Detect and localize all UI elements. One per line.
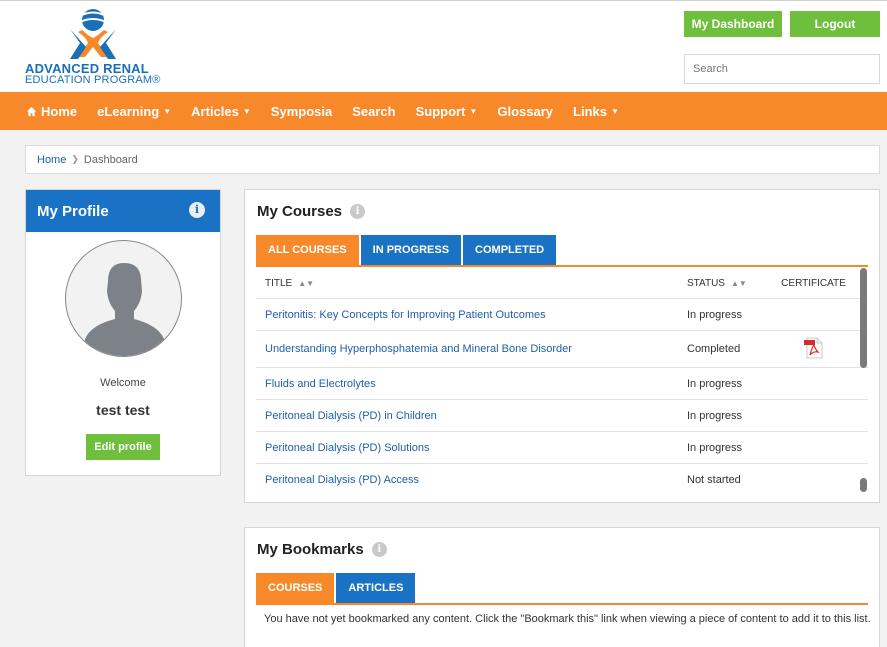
info-icon[interactable]: i [350, 204, 366, 219]
courses-title: My Courses [257, 203, 343, 220]
course-status: In progress [687, 308, 743, 321]
column-label: TITLE [265, 277, 293, 289]
my-dashboard-button[interactable]: My Dashboard [684, 11, 782, 37]
site-header: ADVANCED RENAL EDUCATION PROGRAM® My Das… [0, 0, 887, 92]
welcome-text: Welcome [100, 377, 146, 389]
avatar [65, 240, 182, 357]
nav-label: Support [415, 103, 466, 119]
sort-icon: ▲▼ [298, 278, 315, 288]
course-status: In progress [687, 377, 743, 390]
breadcrumb: Home ❯ Dashboard [25, 145, 880, 174]
nav-label: Links [573, 103, 607, 119]
course-link[interactable]: Peritoneal Dialysis (PD) in Children [265, 410, 437, 422]
course-status: Not started [687, 474, 741, 486]
caret-down-icon: ▼ [610, 106, 619, 116]
course-link[interactable]: Fluids and Electrolytes [265, 378, 376, 390]
info-icon[interactable]: i [371, 542, 387, 557]
search-input[interactable] [684, 54, 880, 84]
nav-label: Home [41, 103, 78, 119]
nav-label: Search [352, 103, 396, 119]
course-link[interactable]: Peritoneal Dialysis (PD) Solutions [265, 442, 429, 454]
nav-item-home[interactable]: Home [0, 92, 87, 130]
course-link[interactable]: Peritoneal Dialysis (PD) Access [265, 474, 419, 486]
nav-label: Articles [191, 103, 239, 119]
profile-card: My Profile i Welcome test test Edit prof… [25, 189, 221, 476]
tab-in-progress[interactable]: IN PROGRESS [360, 235, 462, 265]
sort-icon: ▲▼ [730, 278, 747, 288]
table-row: Fluids and Electrolytes In progress [256, 368, 868, 400]
scrollbar-thumb[interactable] [860, 268, 867, 368]
breadcrumb-home-link[interactable]: Home [37, 154, 66, 166]
table-row: Peritoneal Dialysis (PD) in Children In … [256, 400, 868, 432]
bookmarks-tabs: COURSES ARTICLES [256, 573, 868, 605]
table-row: Peritoneal Dialysis (PD) Solutions In pr… [256, 432, 868, 464]
site-logo[interactable]: ADVANCED RENAL EDUCATION PROGRAM® [22, 7, 172, 89]
nav-item-support[interactable]: Support ▼ [406, 92, 488, 130]
breadcrumb-current: Dashboard [83, 153, 138, 166]
table-row: Peritonitis: Key Concepts for Improving … [256, 299, 868, 331]
bookmarks-title-row: My Bookmarks i [257, 541, 387, 558]
courses-title-row: My Courses i [257, 203, 366, 220]
nav-label: Glossary [497, 103, 553, 119]
nav-item-elearning[interactable]: eLearning ▼ [87, 92, 181, 130]
chevron-right-icon: ❯ [71, 154, 79, 164]
column-header-certificate: CERTIFICATE [781, 277, 846, 289]
course-link[interactable]: Peritonitis: Key Concepts for Improving … [265, 309, 546, 321]
tab-completed[interactable]: COMPLETED [463, 235, 557, 265]
table-row: Understanding Hyperphosphatemia and Mine… [256, 331, 868, 368]
table-header-row: TITLE ▲▼ STATUS ▲▼ CERTIFICATE [256, 268, 868, 299]
caret-down-icon: ▼ [469, 106, 478, 116]
table-scrollbar[interactable] [860, 268, 867, 492]
profile-title: My Profile [37, 202, 109, 220]
bookmarks-title: My Bookmarks [257, 541, 364, 558]
scrollbar-end [860, 478, 867, 492]
my-bookmarks-panel: My Bookmarks i COURSES ARTICLES You have… [244, 527, 880, 647]
user-silhouette-icon [85, 263, 164, 356]
nav-label: eLearning [97, 103, 160, 119]
course-link[interactable]: Understanding Hyperphosphatemia and Mine… [265, 343, 572, 355]
tab-all-courses[interactable]: ALL COURSES [256, 235, 359, 265]
logo-text-line2: EDUCATION PROGRAM® [25, 74, 161, 86]
column-header-status[interactable]: STATUS ▲▼ [678, 278, 766, 289]
nav-item-search[interactable]: Search [342, 92, 405, 130]
home-icon [26, 106, 37, 116]
column-label: STATUS [687, 277, 725, 289]
tab-bookmark-courses[interactable]: COURSES [256, 573, 335, 603]
course-status: In progress [687, 441, 743, 454]
my-courses-panel: My Courses i ALL COURSES IN PROGRESS COM… [244, 189, 880, 503]
course-status: Completed [687, 343, 741, 355]
main-nav: Home eLearning ▼ Articles ▼ Symposia Sea… [0, 92, 887, 130]
user-name: test test [96, 402, 150, 418]
nav-item-glossary[interactable]: Glossary [487, 92, 563, 130]
caret-down-icon: ▼ [163, 106, 172, 116]
nav-item-articles[interactable]: Articles ▼ [181, 92, 261, 130]
logo-figure-icon [70, 9, 116, 59]
info-icon[interactable]: i [189, 202, 205, 218]
profile-header: My Profile i [26, 190, 220, 232]
nav-label: Symposia [270, 103, 333, 119]
edit-profile-button[interactable]: Edit profile [86, 434, 160, 460]
nav-item-symposia[interactable]: Symposia [261, 92, 342, 130]
courses-tabs: ALL COURSES IN PROGRESS COMPLETED [256, 235, 868, 267]
bookmarks-empty-message: You have not yet bookmarked any content.… [264, 613, 871, 625]
pdf-certificate-icon[interactable] [803, 337, 825, 359]
nav-item-links[interactable]: Links ▼ [563, 92, 629, 130]
tab-bookmark-articles[interactable]: ARTICLES [336, 573, 416, 603]
course-status: In progress [687, 409, 743, 422]
logout-button[interactable]: Logout [790, 11, 880, 37]
courses-table: TITLE ▲▼ STATUS ▲▼ CERTIFICATE Peritonitis… [256, 268, 868, 494]
table-row: Peritoneal Dialysis (PD) Access Not star… [256, 464, 868, 494]
caret-down-icon: ▼ [242, 106, 251, 116]
column-header-title[interactable]: TITLE ▲▼ [256, 278, 678, 289]
